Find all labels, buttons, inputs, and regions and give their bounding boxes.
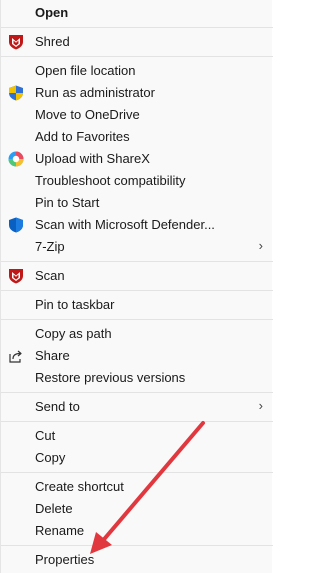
- menu-separator: [1, 27, 273, 28]
- menu-item-label: Add to Favorites: [35, 129, 130, 144]
- chevron-right-icon: ›: [258, 238, 263, 253]
- mcafee-shield-icon: [8, 268, 24, 284]
- menu-item-label: Copy: [35, 450, 66, 465]
- context-menu: Open Shred Open file location Run as adm…: [0, 0, 273, 573]
- menu-item-7-zip[interactable]: 7-Zip ›: [1, 236, 273, 258]
- chevron-right-icon: ›: [258, 398, 263, 413]
- menu-item-run-as-administrator[interactable]: Run as administrator: [1, 82, 273, 104]
- menu-item-label: Delete: [35, 501, 73, 516]
- menu-item-copy-as-path[interactable]: Copy as path: [1, 323, 273, 345]
- menu-item-label: Create shortcut: [35, 479, 124, 494]
- menu-item-label: Share: [35, 348, 70, 363]
- menu-item-rename[interactable]: Rename: [1, 520, 273, 542]
- share-icon: [8, 348, 24, 364]
- menu-separator: [1, 392, 273, 393]
- menu-item-label: Copy as path: [35, 326, 112, 341]
- menu-item-send-to[interactable]: Send to ›: [1, 396, 273, 418]
- menu-item-properties[interactable]: Properties: [1, 549, 273, 571]
- menu-separator: [1, 421, 273, 422]
- menu-item-cut[interactable]: Cut: [1, 425, 273, 447]
- menu-item-label: Pin to taskbar: [35, 297, 115, 312]
- defender-shield-icon: [8, 217, 24, 233]
- menu-item-label: Cut: [35, 428, 56, 443]
- menu-item-label: Troubleshoot compatibility: [35, 173, 186, 188]
- menu-separator: [1, 261, 273, 262]
- menu-item-open[interactable]: Open: [1, 2, 273, 24]
- menu-separator: [1, 545, 273, 546]
- menu-item-label: Pin to Start: [35, 195, 100, 210]
- menu-item-add-to-favorites[interactable]: Add to Favorites: [1, 126, 273, 148]
- menu-item-restore-previous-versions[interactable]: Restore previous versions: [1, 367, 273, 389]
- menu-item-label: Open: [35, 5, 69, 20]
- menu-item-label: Restore previous versions: [35, 370, 186, 385]
- menu-item-label: Shred: [35, 34, 70, 49]
- menu-item-copy[interactable]: Copy: [1, 447, 273, 469]
- menu-item-scan[interactable]: Scan: [1, 265, 273, 287]
- uac-shield-icon: [8, 85, 24, 101]
- menu-item-label: Properties: [35, 552, 95, 567]
- menu-item-upload-with-sharex[interactable]: Upload with ShareX: [1, 148, 273, 170]
- menu-item-label: 7-Zip: [35, 239, 65, 254]
- menu-item-share[interactable]: Share: [1, 345, 273, 367]
- menu-separator: [1, 319, 273, 320]
- menu-item-create-shortcut[interactable]: Create shortcut: [1, 476, 273, 498]
- menu-separator: [1, 472, 273, 473]
- menu-item-scan-with-defender[interactable]: Scan with Microsoft Defender...: [1, 214, 273, 236]
- menu-item-label: Open file location: [35, 63, 136, 78]
- menu-item-label: Scan: [35, 268, 65, 283]
- menu-item-label: Upload with ShareX: [35, 151, 150, 166]
- menu-item-pin-to-start[interactable]: Pin to Start: [1, 192, 273, 214]
- menu-item-delete[interactable]: Delete: [1, 498, 273, 520]
- menu-separator: [1, 56, 273, 57]
- menu-item-label: Scan with Microsoft Defender...: [35, 217, 215, 232]
- menu-item-move-to-onedrive[interactable]: Move to OneDrive: [1, 104, 273, 126]
- menu-item-label: Run as administrator: [35, 85, 155, 100]
- menu-item-shred[interactable]: Shred: [1, 31, 273, 53]
- menu-separator: [1, 290, 273, 291]
- menu-item-pin-to-taskbar[interactable]: Pin to taskbar: [1, 294, 273, 316]
- sharex-icon: [8, 151, 24, 167]
- menu-item-label: Send to: [35, 399, 80, 414]
- menu-item-open-file-location[interactable]: Open file location: [1, 60, 273, 82]
- menu-item-troubleshoot-compatibility[interactable]: Troubleshoot compatibility: [1, 170, 273, 192]
- menu-item-label: Move to OneDrive: [35, 107, 140, 122]
- menu-item-label: Rename: [35, 523, 85, 538]
- mcafee-shield-icon: [8, 34, 24, 50]
